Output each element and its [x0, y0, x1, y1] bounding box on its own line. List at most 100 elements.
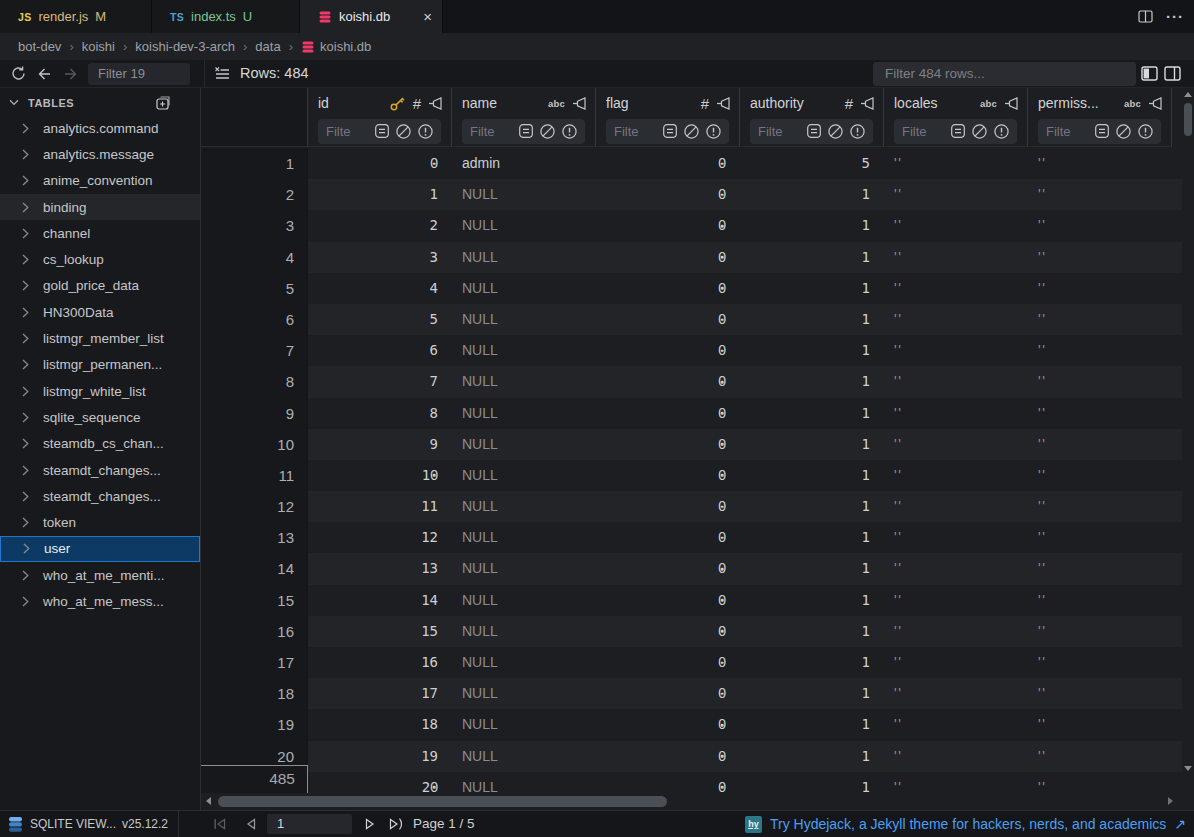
breadcrumb-item[interactable]: koishi-dev-3-arch [135, 39, 235, 54]
cell-flag[interactable]: 0 [596, 273, 740, 304]
cell-authority[interactable]: 1 [740, 304, 884, 335]
cell-locales[interactable]: '' [884, 553, 1028, 584]
breadcrumb-item[interactable]: bot-dev [18, 39, 61, 54]
breadcrumb-item[interactable]: koishi [82, 39, 115, 54]
cell-permiss[interactable]: '' [1028, 585, 1172, 616]
cell-permiss[interactable]: '' [1028, 553, 1172, 584]
cell-flag[interactable]: 0 [596, 772, 740, 793]
table-row[interactable]: 1312NULL01'''' [201, 522, 1182, 553]
cell-name[interactable]: NULL [452, 678, 596, 709]
cell-id[interactable]: 17 [308, 678, 452, 709]
cell-id[interactable]: 10 [308, 460, 452, 491]
cell-flag[interactable]: 0 [596, 647, 740, 678]
table-row[interactable]: 21NULL01'''' [201, 179, 1182, 210]
cell-authority[interactable]: 1 [740, 242, 884, 273]
cell-flag[interactable]: 0 [596, 366, 740, 397]
sidebar-item-channel[interactable]: channel [0, 220, 200, 246]
filter-not-icon[interactable] [539, 123, 556, 140]
cell-name[interactable]: NULL [452, 304, 596, 335]
cell-id[interactable]: 16 [308, 647, 452, 678]
cell-flag[interactable]: 0 [596, 553, 740, 584]
scroll-down-arrow[interactable] [1184, 766, 1192, 771]
sidebar-item-cs-lookup[interactable]: cs_lookup [0, 246, 200, 272]
cell-authority[interactable]: 1 [740, 678, 884, 709]
vertical-scrollbar[interactable] [1182, 88, 1194, 793]
cell-permiss[interactable]: '' [1028, 522, 1172, 553]
cell-authority[interactable]: 1 [740, 522, 884, 553]
filter-equals-icon[interactable] [1094, 123, 1110, 140]
table-row[interactable]: 2019NULL01'''' [201, 741, 1182, 772]
cell-locales[interactable]: '' [884, 647, 1028, 678]
sidebar-item-binding[interactable]: binding [0, 194, 200, 220]
sidebar-item-steamdt-changes-[interactable]: steamdt_changes... [0, 483, 200, 509]
cell-flag[interactable]: 0 [596, 335, 740, 366]
cell-locales[interactable]: '' [884, 741, 1028, 772]
filter-notnull-icon[interactable] [417, 123, 434, 140]
sidebar-item-who-at-me-menti-[interactable]: who_at_me_menti... [0, 562, 200, 588]
filter-equals-icon[interactable] [806, 123, 822, 140]
cell-locales[interactable]: '' [884, 179, 1028, 210]
table-row[interactable]: 1413NULL01'''' [201, 553, 1182, 584]
cell-locales[interactable]: '' [884, 148, 1028, 179]
cell-name[interactable]: NULL [452, 335, 596, 366]
cell-locales[interactable]: '' [884, 366, 1028, 397]
cell-flag[interactable]: 0 [596, 429, 740, 460]
cell-authority[interactable]: 1 [740, 460, 884, 491]
cell-name[interactable]: NULL [452, 210, 596, 241]
cell-locales[interactable]: '' [884, 242, 1028, 273]
cell-id[interactable]: 5 [308, 304, 452, 335]
cell-permiss[interactable]: '' [1028, 179, 1172, 210]
close-icon[interactable]: × [423, 9, 432, 24]
cell-authority[interactable]: 1 [740, 553, 884, 584]
cell-authority[interactable]: 1 [740, 741, 884, 772]
sidebar-item-steamdb-cs-chan-[interactable]: steamdb_cs_chan... [0, 431, 200, 457]
scroll-up-arrow[interactable] [1184, 92, 1192, 97]
horizontal-scrollbar-thumb[interactable] [218, 796, 667, 807]
column-filter-input[interactable]: Filte [318, 119, 441, 144]
cell-locales[interactable]: '' [884, 616, 1028, 647]
column-header-authority[interactable]: authority#Filte [740, 88, 884, 147]
filter-equals-icon[interactable] [518, 123, 534, 140]
cell-name[interactable]: NULL [452, 429, 596, 460]
table-row[interactable]: 10admin05'''' [201, 148, 1182, 179]
cell-permiss[interactable]: '' [1028, 210, 1172, 241]
column-header-permiss[interactable]: permiss...abcFilte [1028, 88, 1172, 147]
promo-link[interactable]: hy Try Hydejack, a Jekyll theme for hack… [745, 811, 1186, 837]
filter-notnull-icon[interactable] [561, 123, 578, 140]
sidebar-item-listmgr-white-list[interactable]: listmgr_white_list [0, 378, 200, 404]
cell-authority[interactable]: 1 [740, 616, 884, 647]
column-filter-input[interactable]: Filte [750, 119, 873, 144]
filter-not-icon[interactable] [827, 123, 844, 140]
cell-flag[interactable]: 0 [596, 148, 740, 179]
cell-name[interactable]: NULL [452, 491, 596, 522]
cell-name[interactable]: admin [452, 148, 596, 179]
filter-notnull-icon[interactable] [705, 123, 722, 140]
cell-flag[interactable]: 0 [596, 398, 740, 429]
pin-column-icon[interactable] [428, 97, 443, 110]
cell-flag[interactable]: 0 [596, 242, 740, 273]
filter-equals-icon[interactable] [374, 123, 390, 140]
cell-name[interactable]: NULL [452, 398, 596, 429]
cell-flag[interactable]: 0 [596, 304, 740, 335]
cell-permiss[interactable]: '' [1028, 366, 1172, 397]
cell-locales[interactable]: '' [884, 210, 1028, 241]
cell-id[interactable]: 11 [308, 491, 452, 522]
cell-name[interactable]: NULL [452, 522, 596, 553]
cell-locales[interactable]: '' [884, 460, 1028, 491]
cell-authority[interactable]: 1 [740, 585, 884, 616]
sidebar-item-gold-price-data[interactable]: gold_price_data [0, 273, 200, 299]
cell-id[interactable]: 13 [308, 553, 452, 584]
pin-column-icon[interactable] [716, 97, 731, 110]
cell-authority[interactable]: 1 [740, 772, 884, 793]
cell-id[interactable]: 12 [308, 522, 452, 553]
cell-id[interactable]: 1 [308, 179, 452, 210]
cell-permiss[interactable]: '' [1028, 148, 1172, 179]
cell-flag[interactable]: 0 [596, 179, 740, 210]
table-row[interactable]: 87NULL01'''' [201, 366, 1182, 397]
sidebar-item-hn300data[interactable]: HN300Data [0, 299, 200, 325]
cell-locales[interactable]: '' [884, 491, 1028, 522]
sidebar-item-user[interactable]: user [0, 536, 200, 562]
cell-id[interactable]: 14 [308, 585, 452, 616]
cell-id[interactable]: 3 [308, 242, 452, 273]
tab-render-js[interactable]: JS render.js M [0, 0, 152, 33]
